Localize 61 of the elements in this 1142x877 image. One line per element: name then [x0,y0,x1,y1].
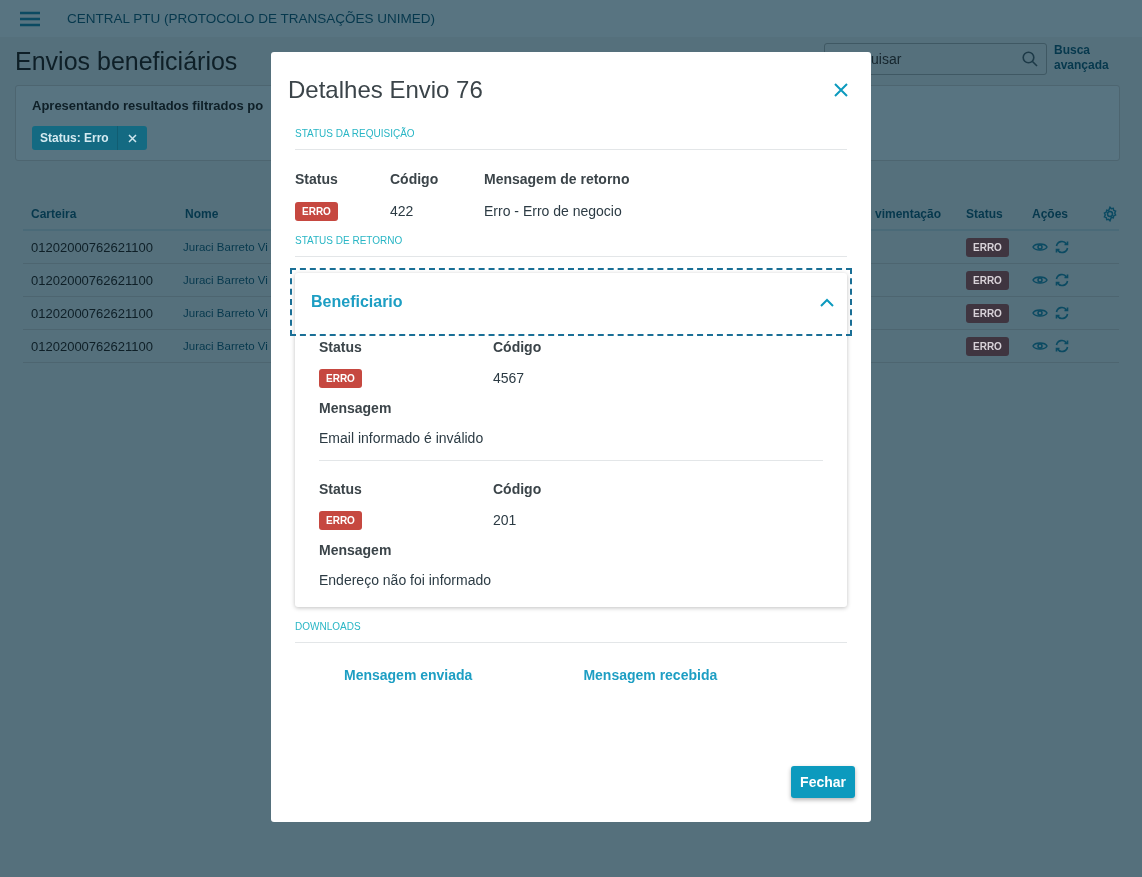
field-label: Código [493,339,543,355]
refresh-icon[interactable] [1054,240,1070,254]
field-value: Email informado é inválido [319,429,485,448]
refresh-icon[interactable] [1054,273,1070,287]
field-value: 422 [390,202,415,221]
status-badge: ERRO [295,201,338,221]
field-value: Erro - Erro de negocio [484,202,623,221]
field-label: Mensagem [319,400,393,416]
download-link[interactable]: Mensagem enviada [344,667,473,683]
column-header[interactable]: Nome [177,207,219,221]
chevron-icon [820,297,834,307]
status-badge: ERRO [966,237,1009,257]
field-label: Mensagem de retorno [484,171,631,187]
app-title: CENTRAL PTU (PROTOCOLO DE TRANSAÇÕES UNIMED) [67,11,436,26]
chip-label: Status: Erro [39,131,110,145]
eye-icon[interactable] [1032,241,1048,253]
field-label: Código [493,481,543,497]
section-heading: STATUS DA REQUISIÇÃO [295,128,847,150]
section-heading: STATUS DE RETORNO [295,235,847,257]
name-link[interactable]: Juraci Barreto Vi [177,241,268,253]
status-badge: ERRO [319,510,362,530]
field-label: Status [319,339,363,355]
table-cell-text: 01202000762621100 [30,305,154,321]
name-link[interactable]: Juraci Barreto Vi [177,274,268,286]
accordion-header[interactable]: Beneficiario [295,273,847,331]
field-value: 201 [493,511,518,530]
status-badge: ERRO [966,303,1009,323]
page-title: Envios beneficiários [15,47,238,76]
status-badge: ERRO [966,336,1009,356]
eye-icon[interactable] [1032,274,1048,286]
close-dialog-button[interactable]: Fechar [791,766,855,798]
field-label: Status [295,171,339,187]
column-header[interactable]: Status [958,207,1003,221]
field-label: Código [390,171,440,187]
field-label: Status [319,481,363,497]
column-header[interactable]: Ações [1024,207,1069,221]
advanced-search-link[interactable]: Busca avançada [1054,43,1114,75]
refresh-icon[interactable] [1054,339,1070,353]
dialog-title: Detalhes Envio 76 [288,76,483,104]
gear-icon[interactable] [1102,206,1118,222]
table-cell-text: 01202000762621100 [30,272,154,288]
search-icon[interactable] [1022,51,1038,67]
field-value: 4567 [493,369,526,388]
field-value: Endereço não foi informado [319,571,492,590]
close-icon [127,133,137,143]
status-badge: ERRO [966,270,1009,290]
name-link[interactable]: Juraci Barreto Vi [177,340,268,352]
filter-text: Apresentando resultados filtrados po [32,98,265,113]
section-heading: DOWNLOADS [295,621,847,643]
column-header[interactable]: Carteira [23,207,77,221]
field-label: Mensagem [319,542,393,558]
close-icon [834,83,848,97]
table-cell-text: 01202000762621100 [30,338,154,354]
refresh-icon[interactable] [1054,306,1070,320]
table-cell-text: 01202000762621100 [30,239,154,255]
download-link[interactable]: Mensagem recebida [583,667,718,683]
menu-icon[interactable] [20,10,40,27]
eye-icon[interactable] [1032,307,1048,319]
status-badge: ERRO [319,368,362,388]
name-link[interactable]: Juraci Barreto Vi [177,307,268,319]
eye-icon[interactable] [1032,340,1048,352]
